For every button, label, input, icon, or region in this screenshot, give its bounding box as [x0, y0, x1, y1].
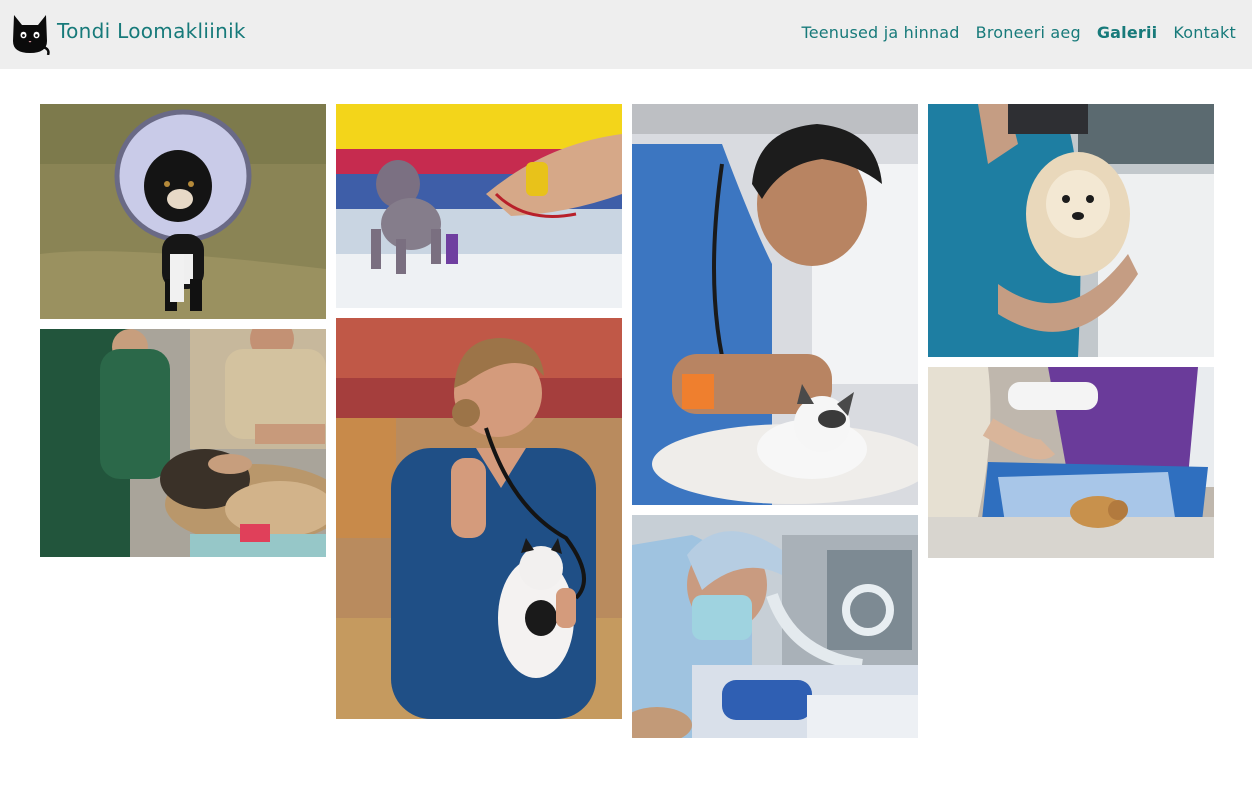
gallery-photo-vet-with-kitten[interactable]	[632, 104, 918, 505]
main-nav: Teenused ja hinnad Broneeri aeg Galerii …	[801, 23, 1236, 42]
gallery-photo-vet-holding-dog[interactable]	[928, 104, 1214, 357]
nav-link-services[interactable]: Teenused ja hinnad	[801, 23, 959, 42]
gallery-photo-surgery[interactable]	[632, 515, 918, 738]
nav-link-contact[interactable]: Kontakt	[1173, 23, 1236, 42]
gallery-photo-puppy-checkup[interactable]	[336, 104, 622, 308]
nav-link-booking[interactable]: Broneeri aeg	[976, 23, 1081, 42]
gallery-photo-dog-with-cone[interactable]	[40, 104, 326, 319]
gallery-photo-vet-with-stethoscope-cat[interactable]	[336, 318, 622, 719]
nav-link-gallery[interactable]: Galerii	[1097, 23, 1158, 42]
site-header: Tondi Loomakliinik Teenused ja hinnad Br…	[0, 0, 1252, 69]
gallery-photo-cat-on-table[interactable]	[928, 367, 1214, 558]
site-title[interactable]: Tondi Loomakliinik	[57, 19, 246, 43]
gallery-photo-vets-examining-dog[interactable]	[40, 329, 326, 557]
black-cat-icon[interactable]	[10, 13, 50, 56]
